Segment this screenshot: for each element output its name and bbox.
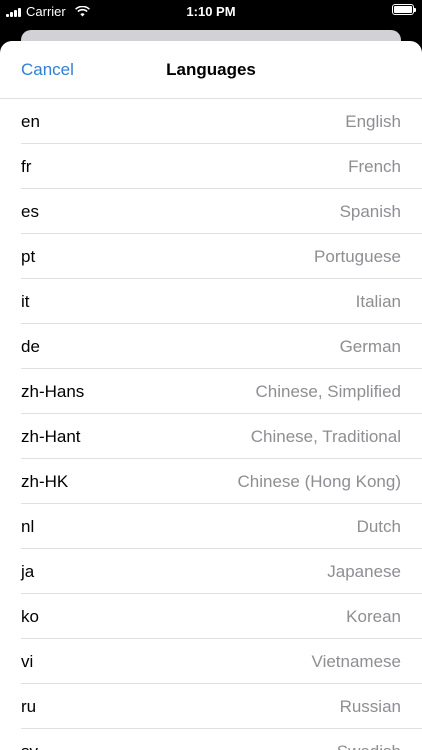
language-row[interactable]: sv Swedish <box>21 729 422 750</box>
language-code: nl <box>21 517 35 536</box>
language-name: Vietnamese <box>311 652 401 671</box>
language-row[interactable]: vi Vietnamese <box>21 639 422 684</box>
language-code: ru <box>21 697 37 716</box>
language-row[interactable]: ko Korean <box>21 594 422 639</box>
language-code: fr <box>21 157 32 176</box>
language-row[interactable]: fr French <box>21 144 422 189</box>
status-time: 1:10 PM <box>186 4 236 19</box>
language-list: en English fr French es Spanish pt Portu… <box>0 99 422 750</box>
language-row[interactable]: es Spanish <box>21 189 422 234</box>
language-row[interactable]: ru Russian <box>21 684 422 729</box>
language-name: Portuguese <box>314 247 401 266</box>
language-name: French <box>348 157 401 176</box>
battery-icon <box>392 4 416 15</box>
page-title: Languages <box>166 60 256 79</box>
language-code: en <box>21 112 40 131</box>
language-code: pt <box>21 247 36 266</box>
language-name: Swedish <box>337 742 401 750</box>
language-row[interactable]: zh-Hans Chinese, Simplified <box>21 369 422 414</box>
language-name: Dutch <box>356 517 401 536</box>
language-name: Chinese, Simplified <box>255 382 401 401</box>
language-name: Chinese, Traditional <box>250 427 401 446</box>
language-code: sv <box>21 742 38 750</box>
language-row[interactable]: de German <box>21 324 422 369</box>
language-row[interactable]: pt Portuguese <box>21 234 422 279</box>
navigation-bar: Cancel Languages <box>0 41 422 99</box>
language-name: Italian <box>355 292 401 311</box>
language-row[interactable]: en English <box>21 99 422 144</box>
language-code: it <box>21 292 30 311</box>
language-row[interactable]: ja Japanese <box>21 549 422 594</box>
language-name: Chinese (Hong Kong) <box>237 472 401 491</box>
language-code: ja <box>21 562 35 581</box>
language-code: zh-Hant <box>21 427 81 446</box>
language-row[interactable]: zh-Hant Chinese, Traditional <box>21 414 422 459</box>
language-name: Japanese <box>327 562 401 581</box>
language-name: Russian <box>339 697 401 716</box>
language-code: zh-HK <box>21 472 69 491</box>
languages-sheet: Cancel Languages en English fr French es… <box>0 41 422 750</box>
language-row[interactable]: it Italian <box>21 279 422 324</box>
status-bar: Carrier 1:10 PM <box>0 0 422 22</box>
language-code: vi <box>21 652 34 671</box>
language-row[interactable]: nl Dutch <box>21 504 422 549</box>
language-code: es <box>21 202 39 221</box>
language-name: Korean <box>346 607 401 626</box>
language-name: German <box>339 337 401 356</box>
language-code: ko <box>21 607 39 626</box>
language-name: English <box>345 112 401 131</box>
language-name: Spanish <box>339 202 401 221</box>
language-code: zh-Hans <box>21 382 85 401</box>
language-row[interactable]: zh-HK Chinese (Hong Kong) <box>21 459 422 504</box>
language-code: de <box>21 337 40 356</box>
